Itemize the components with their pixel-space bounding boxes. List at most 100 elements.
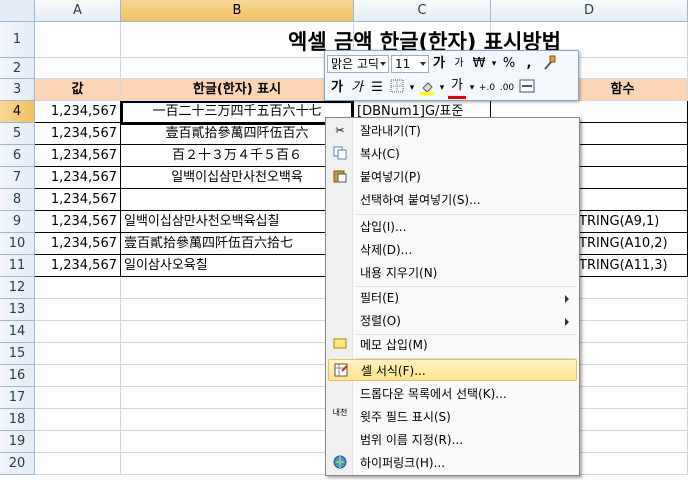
chevron-down-icon[interactable]: ▾	[490, 55, 498, 73]
data-cell-b[interactable]: 壹百貳拾參萬四阡伍百六	[121, 123, 354, 145]
font-size-box[interactable]: 11	[391, 55, 429, 73]
empty-cell[interactable]	[35, 22, 121, 58]
chevron-down-icon[interactable]: ▾	[468, 79, 476, 97]
shrink-font-button[interactable]: 가	[450, 55, 468, 73]
menu-item-paste-special[interactable]: 선택하여 붙여넣기(S)...	[328, 189, 577, 211]
empty-cell[interactable]	[35, 321, 121, 343]
column-header-a[interactable]: A	[35, 0, 121, 22]
font-color-button[interactable]: 가	[448, 78, 466, 99]
row-header[interactable]: 12	[0, 277, 35, 299]
empty-cell[interactable]	[35, 365, 121, 387]
font-name-box[interactable]: 맑은 고딕	[327, 55, 389, 73]
menu-item-copy[interactable]: 복사(C)	[328, 143, 577, 165]
row-header[interactable]: 19	[0, 431, 35, 453]
row-header[interactable]: 20	[0, 453, 35, 475]
empty-cell[interactable]	[121, 277, 354, 299]
data-cell-a[interactable]: 1,234,567	[35, 101, 121, 123]
data-cell-a[interactable]: 1,234,567	[35, 255, 121, 277]
empty-cell[interactable]	[121, 409, 354, 431]
empty-cell[interactable]	[121, 453, 354, 475]
align-center-icon[interactable]: ☰	[368, 79, 386, 97]
column-header-c[interactable]: C	[354, 0, 491, 22]
data-cell-b[interactable]: 百２十３万４千５百６	[121, 145, 354, 167]
menu-item-define-name[interactable]: 범위 이름 지정(R)...	[328, 429, 577, 451]
row-header[interactable]: 18	[0, 409, 35, 431]
bold-button[interactable]: 가	[328, 79, 346, 97]
grow-font-button[interactable]: 가	[430, 55, 448, 73]
row-header[interactable]: 9	[0, 211, 35, 233]
empty-cell[interactable]	[35, 343, 121, 365]
currency-button[interactable]: ₩	[470, 55, 488, 73]
data-cell-a[interactable]: 1,234,567	[35, 145, 121, 167]
row-header[interactable]: 17	[0, 387, 35, 409]
borders-icon[interactable]	[388, 79, 406, 97]
row-header[interactable]: 16	[0, 365, 35, 387]
menu-item-phonetic-field[interactable]: 내천 윗주 필드 표시(S)	[328, 406, 577, 428]
active-cell-b4[interactable]	[121, 101, 353, 125]
empty-cell[interactable]	[35, 453, 121, 475]
data-cell-a[interactable]: 1,234,567	[35, 123, 121, 145]
comma-button[interactable]: ,	[520, 55, 538, 73]
row-header[interactable]: 4	[0, 101, 35, 123]
empty-cell[interactable]	[35, 299, 121, 321]
italic-button[interactable]: 가	[348, 79, 366, 97]
data-cell-a[interactable]: 1,234,567	[35, 211, 121, 233]
chevron-down-icon[interactable]: ▾	[408, 79, 416, 97]
data-cell-b[interactable]: 일백이십삼만사천오백육십칠	[121, 211, 354, 233]
menu-item-insert[interactable]: 삽입(I)...	[328, 216, 577, 238]
menu-item-pick-from-list[interactable]: 드롭다운 목록에서 선택(K)...	[328, 383, 577, 405]
column-header-b[interactable]: B	[121, 0, 354, 22]
empty-cell[interactable]	[35, 409, 121, 431]
empty-cell[interactable]	[35, 58, 121, 79]
empty-cell[interactable]	[121, 431, 354, 453]
row-header[interactable]: 3	[0, 79, 35, 101]
data-cell-a[interactable]: 1,234,567	[35, 167, 121, 189]
percent-button[interactable]: %	[500, 55, 518, 73]
menu-item-clear-contents[interactable]: 내용 지우기(N)	[328, 262, 577, 284]
menu-item-insert-comment[interactable]: 메모 삽입(M)	[328, 334, 577, 356]
increase-decimal-icon[interactable]: +.0	[478, 79, 496, 97]
empty-cell[interactable]	[35, 387, 121, 409]
menu-item-cut[interactable]: ✂ 잘라내기(T)	[328, 120, 577, 142]
merge-cells-icon[interactable]	[518, 79, 536, 97]
menu-label: 범위 이름 지정(R)...	[360, 433, 464, 447]
menu-item-delete[interactable]: 삭제(D)...	[328, 239, 577, 261]
row-header[interactable]: 15	[0, 343, 35, 365]
data-cell-a[interactable]: 1,234,567	[35, 233, 121, 255]
column-header-d[interactable]: D	[491, 0, 688, 22]
row-header[interactable]: 10	[0, 233, 35, 255]
row-header[interactable]: 1	[0, 22, 35, 58]
empty-cell[interactable]	[121, 343, 354, 365]
chevron-down-icon[interactable]: ▾	[438, 79, 446, 97]
row-header[interactable]: 13	[0, 299, 35, 321]
data-cell-b[interactable]: 壹百貳拾參萬四阡伍百六拾七	[121, 233, 354, 255]
header-cell-hangul[interactable]: 한글(한자) 표시	[121, 79, 354, 101]
menu-item-format-cells[interactable]: 셀 서식(F)...	[328, 359, 577, 381]
empty-cell[interactable]	[121, 299, 354, 321]
row-header[interactable]: 7	[0, 167, 35, 189]
empty-cell[interactable]	[121, 387, 354, 409]
menu-item-sort[interactable]: 정렬(O)	[328, 310, 577, 332]
empty-cell[interactable]	[121, 365, 354, 387]
empty-cell[interactable]	[35, 431, 121, 453]
empty-cell[interactable]	[121, 321, 354, 343]
decrease-decimal-icon[interactable]: .00	[498, 79, 516, 97]
select-all-corner[interactable]	[0, 0, 35, 22]
data-cell-b[interactable]: 일백이십삼만사천오백육	[121, 167, 354, 189]
header-cell-value[interactable]: 값	[35, 79, 121, 101]
empty-cell[interactable]	[35, 277, 121, 299]
data-cell-b[interactable]: 일이삼사오육칠	[121, 255, 354, 277]
row-header[interactable]: 11	[0, 255, 35, 277]
menu-item-paste[interactable]: 붙여넣기(P)	[328, 166, 577, 188]
row-header[interactable]: 14	[0, 321, 35, 343]
data-cell-a[interactable]: 1,234,567	[35, 189, 121, 211]
row-header[interactable]: 8	[0, 189, 35, 211]
row-header[interactable]: 6	[0, 145, 35, 167]
menu-item-filter[interactable]: 필터(E)	[328, 287, 577, 309]
menu-item-hyperlink[interactable]: 하이퍼링크(H)...	[328, 452, 577, 474]
data-cell-b[interactable]	[121, 189, 354, 211]
row-header[interactable]: 5	[0, 123, 35, 145]
format-painter-icon[interactable]	[540, 55, 558, 73]
fill-color-icon[interactable]	[418, 79, 436, 97]
row-header[interactable]: 2	[0, 58, 35, 79]
